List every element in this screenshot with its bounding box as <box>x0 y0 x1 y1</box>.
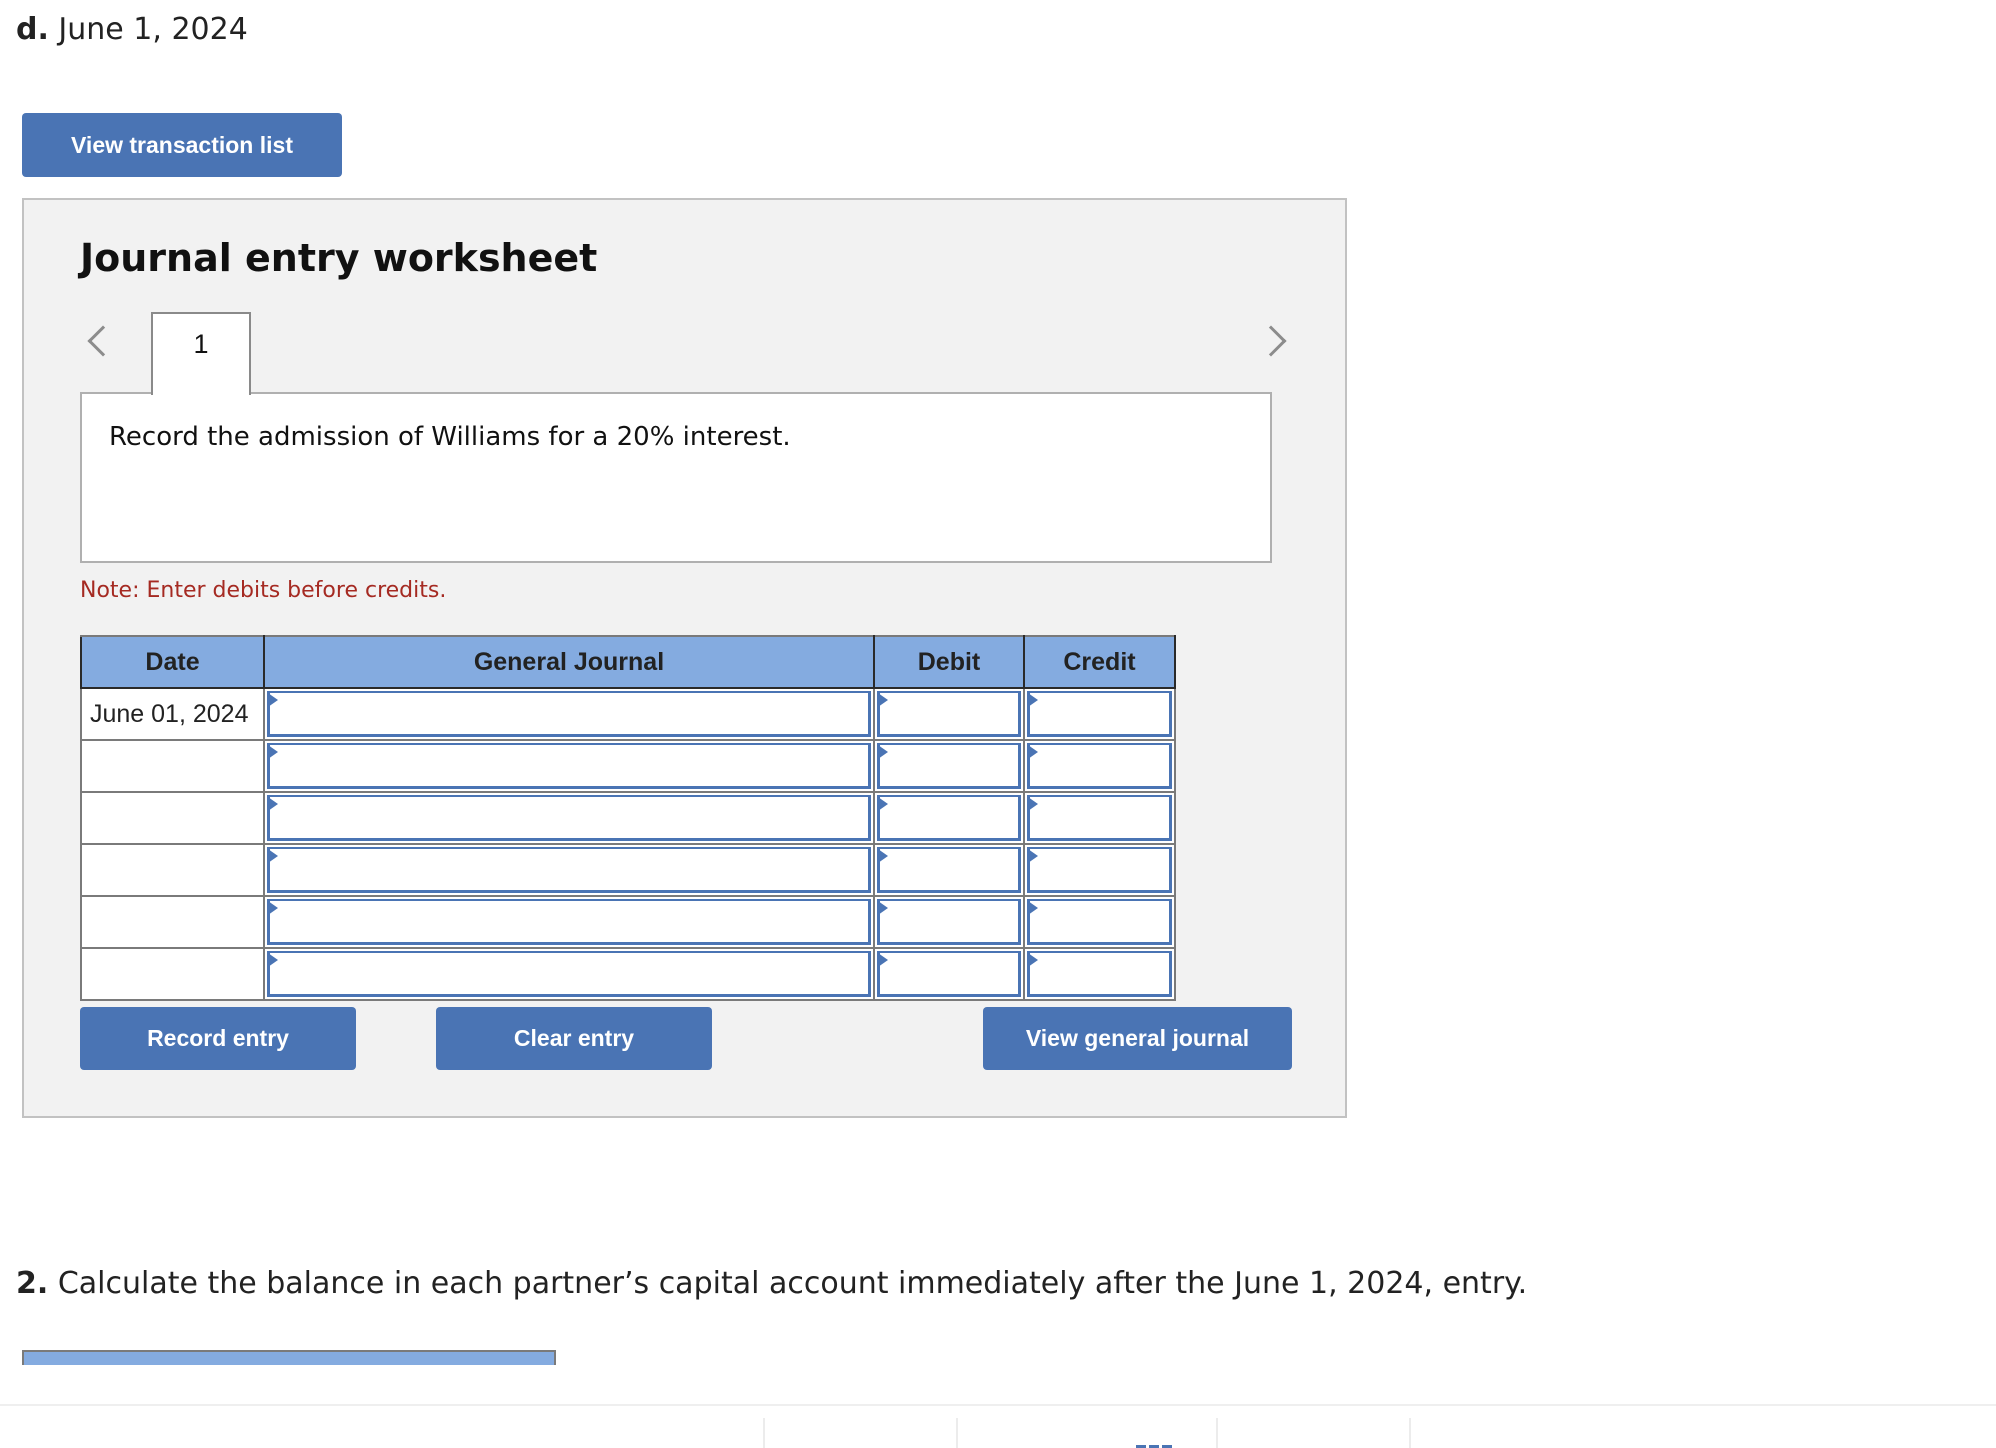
debit-cell <box>873 947 1025 1001</box>
account-input[interactable] <box>267 847 871 893</box>
debit-cell <box>873 895 1025 949</box>
clear-entry-button[interactable]: Clear entry <box>436 1007 712 1070</box>
footer-separator <box>1216 1418 1218 1448</box>
debit-input[interactable] <box>877 743 1021 789</box>
debit-cell <box>873 739 1025 793</box>
date-cell: June 01, 2024 <box>80 687 265 741</box>
transaction-description-box <box>80 392 1272 563</box>
debit-input[interactable] <box>877 951 1021 997</box>
account-cell <box>263 895 875 949</box>
account-cell <box>263 791 875 845</box>
credit-input[interactable] <box>1027 951 1172 997</box>
record-entry-button[interactable]: Record entry <box>80 1007 356 1070</box>
date-cell <box>80 739 265 793</box>
question-2-text: Calculate the balance in each partner’s … <box>57 1266 1528 1301</box>
credit-cell <box>1023 843 1176 897</box>
credit-input[interactable] <box>1027 743 1172 789</box>
view-general-journal-button[interactable]: View general journal <box>983 1007 1292 1070</box>
note-text: Note: Enter debits before credits. <box>80 578 447 603</box>
footer-separator <box>1409 1418 1411 1448</box>
table-row <box>80 791 1176 845</box>
header-general-journal: General Journal <box>263 635 875 689</box>
date-cell <box>80 895 265 949</box>
debit-input[interactable] <box>877 691 1021 737</box>
debit-cell <box>873 791 1025 845</box>
worksheet-title: Journal entry worksheet <box>80 236 598 280</box>
credit-input[interactable] <box>1027 795 1172 841</box>
date-cell <box>80 947 265 1001</box>
header-debit: Debit <box>873 635 1025 689</box>
balance-table-header <box>22 1350 556 1365</box>
journal-table: Date General Journal Debit Credit June 0… <box>80 635 1176 1001</box>
credit-cell <box>1023 739 1176 793</box>
debit-input[interactable] <box>877 795 1021 841</box>
credit-cell <box>1023 687 1176 741</box>
credit-input[interactable] <box>1027 691 1172 737</box>
table-header-row: Date General Journal Debit Credit <box>80 635 1176 689</box>
date-cell <box>80 843 265 897</box>
table-row <box>80 947 1176 1001</box>
account-cell <box>263 947 875 1001</box>
date-cell <box>80 791 265 845</box>
account-cell <box>263 687 875 741</box>
view-transaction-list-button[interactable]: View transaction list <box>22 113 342 177</box>
footer-divider <box>0 1404 1996 1406</box>
account-cell <box>263 739 875 793</box>
account-input[interactable] <box>267 691 871 737</box>
table-row <box>80 739 1176 793</box>
account-cell <box>263 843 875 897</box>
footer-separator <box>956 1418 958 1448</box>
debit-cell <box>873 843 1025 897</box>
table-row <box>80 843 1176 897</box>
header-date: Date <box>80 635 265 689</box>
tab-1[interactable]: 1 <box>151 312 251 395</box>
part-heading: d. June 1, 2024 <box>16 12 248 47</box>
header-credit: Credit <box>1023 635 1176 689</box>
account-input[interactable] <box>267 795 871 841</box>
credit-cell <box>1023 791 1176 845</box>
question-2-number: 2. <box>16 1266 49 1301</box>
credit-input[interactable] <box>1027 899 1172 945</box>
account-input[interactable] <box>267 899 871 945</box>
credit-input[interactable] <box>1027 847 1172 893</box>
debit-input[interactable] <box>877 899 1021 945</box>
credit-cell <box>1023 947 1176 1001</box>
part-label: d. <box>16 12 49 47</box>
part-date: June 1, 2024 <box>58 12 248 47</box>
account-input[interactable] <box>267 743 871 789</box>
table-row <box>80 895 1176 949</box>
debit-cell <box>873 687 1025 741</box>
debit-input[interactable] <box>877 847 1021 893</box>
footer-separator <box>763 1418 765 1448</box>
account-input[interactable] <box>267 951 871 997</box>
table-row: June 01, 2024 <box>80 687 1176 741</box>
credit-cell <box>1023 895 1176 949</box>
transaction-description: Record the admission of Williams for a 2… <box>109 422 791 452</box>
question-2: 2. Calculate the balance in each partner… <box>16 1266 1527 1301</box>
